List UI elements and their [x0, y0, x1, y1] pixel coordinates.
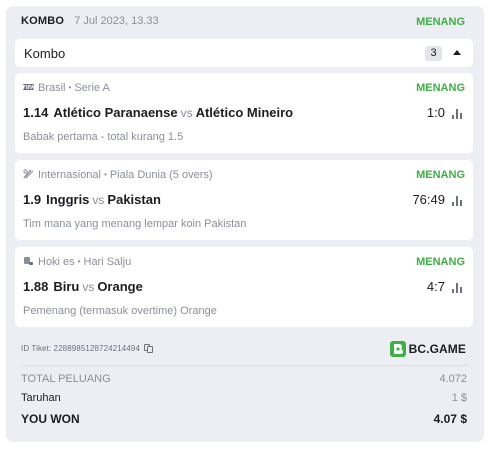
bet-slip-card: KOMBO 7 Jul 2023, 13.33 MENANG Kombo 3 F… [6, 6, 484, 442]
bet-date: 7 Jul 2023, 13.33 [74, 15, 159, 27]
bet-market: Pemenang (termasuk overtime) Orange [23, 305, 217, 317]
football-icon: FIFA [23, 84, 34, 91]
bet-item[interactable]: FIFA Brasil • Serie A MENANG 1.14 Atlético … [15, 73, 473, 153]
bet-market: Tim mana yang menang lempar koin Pakista… [23, 218, 247, 230]
stats-icon[interactable] [452, 283, 463, 293]
chevron-up-icon [453, 50, 461, 55]
payout-row: YOU WON 4.07 $ [21, 412, 467, 426]
bet-odds: 1.9 [23, 192, 42, 207]
bet-odds: 1.14 [23, 105, 49, 120]
slip-status: MENANG [416, 16, 465, 28]
stake-value: 1 $ [451, 392, 467, 404]
payout-label: YOU WON [21, 412, 80, 426]
bet-item[interactable]: Hoki es • Hari Salju MENANG 1.88 Biru vs Oran… [15, 247, 473, 327]
payout-value: 4.07 $ [433, 412, 467, 426]
stats-icon[interactable] [452, 196, 463, 206]
selection-count-badge: 3 [425, 46, 442, 61]
bet-market: Babak pertama - total kurang 1.5 [23, 131, 184, 143]
home-team: Biru [53, 279, 80, 294]
league-region: Brasil [38, 82, 66, 94]
divider [21, 365, 469, 366]
cricket-icon [23, 169, 34, 179]
slip-header: KOMBO 7 Jul 2023, 13.33 MENANG [21, 15, 469, 31]
combo-toggle[interactable]: Kombo 3 [15, 39, 473, 67]
brand-name: BC.GAME [408, 342, 466, 356]
bet-status: MENANG [416, 169, 465, 181]
vs-label: vs [82, 280, 95, 294]
match-line: 1.14 Atlético Paranaense vs Atlético Mineir… [23, 105, 293, 120]
total-odds-value: 4.072 [439, 373, 467, 385]
bet-status: MENANG [416, 256, 465, 268]
bet-item[interactable]: Internasional • Piala Dunia (5 overs) MENA… [15, 160, 473, 240]
away-team: Pakistan [107, 192, 161, 207]
league-name: Hari Salju [83, 256, 132, 268]
league-info: Internasional • Piala Dunia (5 overs) [23, 169, 213, 181]
league-region: Internasional [38, 169, 101, 181]
stats-icon[interactable] [452, 109, 463, 119]
copy-icon[interactable] [144, 344, 153, 353]
stake-row: Taruhan 1 $ [21, 392, 467, 404]
vs-label: vs [180, 106, 193, 120]
away-team: Orange [97, 279, 143, 294]
home-team: Atlético Paranaense [53, 105, 178, 120]
match-score: 4:7 [426, 279, 445, 294]
total-odds-label: TOTAL PELUANG [21, 373, 111, 385]
league-info: Hoki es • Hari Salju [23, 256, 131, 268]
vs-label: vs [92, 193, 105, 207]
league-name: Serie A [74, 82, 110, 94]
hockey-icon [24, 257, 33, 265]
brand-logo: BC.GAME [389, 341, 466, 357]
bet-type: KOMBO [21, 15, 65, 27]
bet-odds: 1.88 [23, 279, 49, 294]
combo-label: Kombo [24, 46, 66, 61]
league-name: Piala Dunia (5 overs) [109, 169, 213, 181]
svg-text:FIFA: FIFA [23, 85, 34, 91]
league-region: Hoki es [38, 256, 75, 268]
match-score: 76:49 [412, 192, 445, 207]
bet-status: MENANG [416, 82, 465, 94]
stake-label: Taruhan [21, 392, 61, 404]
ticket-id: ID Tiket: 2288985128724214494 [21, 344, 153, 353]
match-line: 1.88 Biru vs Orange [23, 279, 143, 294]
bc-game-logo-icon [389, 341, 406, 357]
total-odds-row: TOTAL PELUANG 4.072 [21, 373, 467, 385]
match-score: 1:0 [426, 105, 445, 120]
match-line: 1.9 Inggris vs Pakistan [23, 192, 161, 207]
ticket-id-label: ID Tiket: 2288985128724214494 [21, 344, 140, 353]
league-info: FIFA Brasil • Serie A [23, 82, 110, 94]
home-team: Inggris [46, 192, 90, 207]
away-team: Atlético Mineiro [195, 105, 294, 120]
